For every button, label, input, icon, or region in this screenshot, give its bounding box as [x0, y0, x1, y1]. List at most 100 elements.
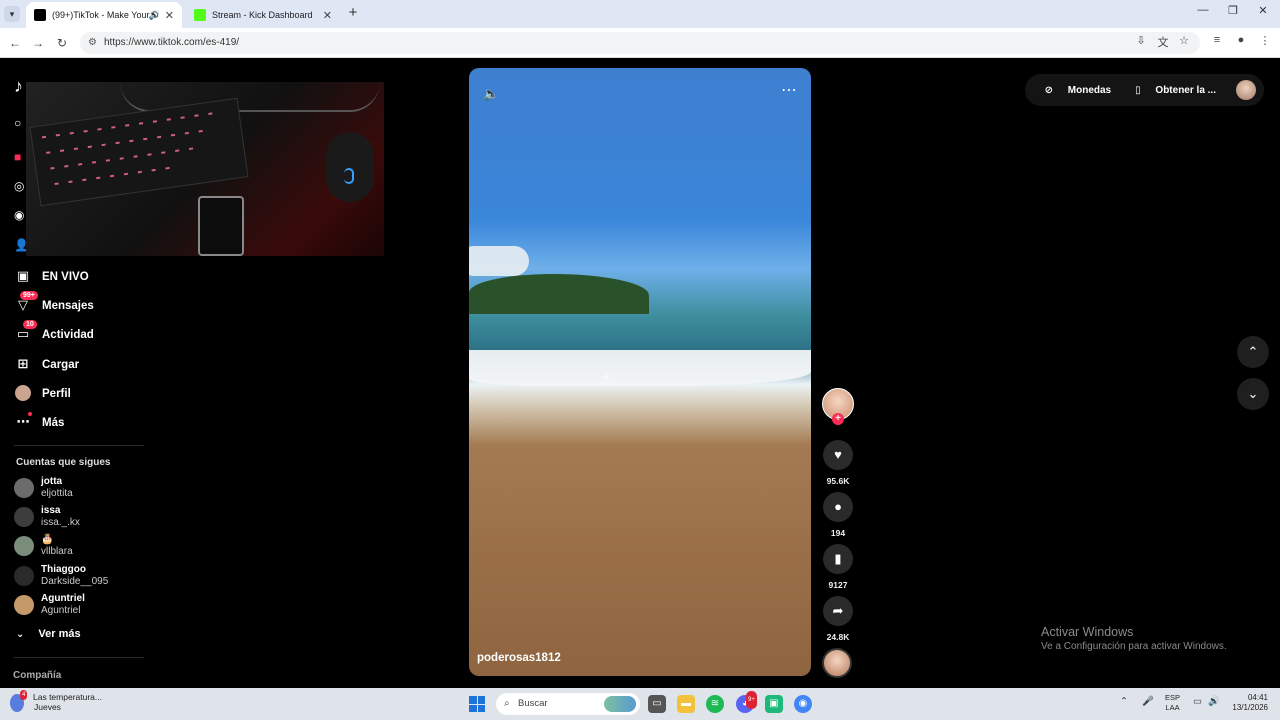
tiktok-page: ♪ ○ ■ ◎ ◉ 👤 ▣ EN VIVO ▽ 99+ Mensajes ▭ 1… — [0, 58, 1280, 688]
user-avatar[interactable] — [1236, 80, 1256, 100]
chrome-icon[interactable]: ◉ — [794, 695, 812, 713]
address-bar[interactable]: ⚙ https://www.tiktok.com/es-419/ — [80, 32, 1200, 54]
sidebar-item-activity[interactable]: ▭ 10 Actividad — [14, 320, 94, 344]
weather-subtitle: Jueves — [34, 702, 61, 712]
account-name: Aguntriel — [41, 593, 85, 604]
sidebar-item-label: Perfil — [42, 388, 71, 400]
chevron-down-icon: ⌄ — [1247, 386, 1259, 401]
tiktok-logo-icon[interactable]: ♪ — [14, 76, 23, 97]
translate-icon[interactable]: 文 — [1154, 34, 1172, 50]
heart-icon: ♥ — [823, 440, 853, 470]
new-tab-button[interactable]: + — [344, 4, 362, 22]
message-icon: ▽ 99+ — [14, 291, 38, 315]
more-options-icon[interactable]: ⋯ — [781, 80, 797, 100]
account-name: issa — [41, 505, 61, 516]
media-controls-icon[interactable]: ≡ — [1208, 34, 1226, 46]
system-clock[interactable]: 04:41 13/1/2026 — [1224, 693, 1268, 713]
video-player[interactable]: 🔈 ⋯ ☝ poderosas1812 — [469, 68, 811, 676]
forward-button[interactable]: → — [29, 34, 47, 52]
video-author[interactable]: poderosas1812 — [477, 652, 561, 664]
like-button[interactable]: ♥ 95.6K — [823, 440, 853, 486]
browser-toolbar: ← → ↻ ⚙ https://www.tiktok.com/es-419/ ⇩… — [0, 28, 1280, 58]
previous-video-button[interactable]: ⌃ — [1237, 336, 1269, 368]
spotify-icon[interactable]: ≋ — [706, 695, 724, 713]
sidebar-item-messages[interactable]: ▽ 99+ Mensajes — [14, 291, 94, 315]
explore-icon[interactable]: ◎ — [14, 179, 24, 193]
following-icon[interactable]: ◉ — [14, 208, 24, 222]
follow-plus-icon[interactable]: + — [832, 413, 844, 425]
sidebar-item-upload[interactable]: ⊞ Cargar — [14, 356, 80, 374]
kick-favicon-icon — [194, 9, 206, 21]
following-account[interactable]: Thiaggoo Darkside__095 — [14, 564, 108, 588]
sidebar-item-label: Actividad — [42, 329, 94, 341]
get-app-button[interactable]: ▯ Obtener la ... — [1129, 85, 1222, 96]
avatar — [14, 507, 34, 527]
coins-label: Monedas — [1067, 84, 1112, 96]
save-button[interactable]: ▮ 9127 — [823, 544, 853, 590]
avatar — [14, 595, 34, 615]
company-link[interactable]: Compañía — [13, 670, 61, 681]
search-placeholder: Buscar — [518, 698, 548, 709]
browser-tab-strip: ▾ (99+)TikTok - Make Your D 🔊 ✕ Stream -… — [0, 0, 1280, 28]
following-account[interactable]: 🎂 vllblara — [14, 534, 73, 558]
avatar — [14, 566, 34, 586]
discord-icon[interactable]: ◕ 9+ — [736, 691, 757, 713]
sound-disc-avatar[interactable] — [822, 648, 852, 678]
coins-button[interactable]: ⊘ Monedas — [1039, 85, 1118, 96]
tray-overflow-icon[interactable]: ⌃ — [1120, 696, 1128, 707]
divider — [14, 657, 144, 658]
start-button[interactable] — [469, 696, 485, 712]
task-view-icon[interactable]: ▭ — [648, 695, 666, 713]
reload-button[interactable]: ↻ — [53, 34, 71, 52]
menu-kebab-icon[interactable]: ⋮ — [1256, 34, 1274, 47]
taskbar-search[interactable]: ⌕ Buscar — [496, 693, 640, 715]
keyboard — [29, 97, 249, 207]
close-tab-icon[interactable]: ✕ — [323, 9, 332, 22]
search-icon[interactable]: ○ — [14, 116, 21, 130]
following-account[interactable]: Aguntriel Aguntriel — [14, 593, 85, 617]
close-window-button[interactable]: ✕ — [1248, 4, 1278, 17]
speaker-icon: 🔊 — [148, 9, 160, 20]
account-username: issa._.kx — [41, 517, 80, 528]
volume-icon[interactable]: 🔊 — [1208, 696, 1220, 707]
volume-icon[interactable]: 🔈 — [483, 86, 499, 102]
see-more-label: Ver más — [38, 628, 81, 640]
profile-avatar-icon[interactable]: ● — [1232, 34, 1250, 46]
back-button[interactable]: ← — [6, 34, 24, 52]
tiktok-favicon-icon — [34, 9, 46, 21]
language-top: ESP — [1165, 693, 1181, 702]
mouse — [326, 132, 374, 202]
live-icon: ▣ — [16, 268, 30, 283]
sidebar-item-label: Más — [42, 417, 65, 429]
language-indicator[interactable]: ESP LAA — [1165, 693, 1180, 713]
see-more-button[interactable]: ⌄ Ver más — [16, 628, 81, 640]
microphone-icon[interactable]: 🎤 — [1142, 696, 1154, 707]
tab-search-button[interactable]: ▾ — [4, 6, 20, 22]
close-tab-icon[interactable]: ✕ — [165, 9, 174, 22]
home-icon[interactable]: ■ — [14, 150, 21, 164]
comment-button[interactable]: ● 194 — [823, 492, 853, 538]
share-button[interactable]: ➦ 24.8K — [823, 596, 853, 642]
restore-button[interactable]: ❐ — [1218, 4, 1248, 17]
minimize-button[interactable]: — — [1188, 4, 1218, 16]
clock-date: 13/1/2026 — [1232, 703, 1268, 712]
tab-tiktok[interactable]: (99+)TikTok - Make Your D 🔊 ✕ — [26, 2, 182, 28]
sidebar-item-profile[interactable]: Perfil — [14, 385, 71, 403]
site-info-icon[interactable]: ⚙ — [88, 32, 97, 54]
avatar — [14, 478, 34, 498]
kick-app-icon[interactable]: ▣ — [765, 695, 783, 713]
file-explorer-icon[interactable]: ▬ — [677, 695, 695, 713]
account-username: vllblara — [41, 546, 73, 557]
sidebar-item-more[interactable]: ⋯ Más — [14, 412, 65, 432]
phone-icon: ▯ — [1135, 84, 1141, 96]
following-account[interactable]: issa issa._.kx — [14, 505, 80, 529]
bookmark-star-icon[interactable]: ☆ — [1175, 34, 1193, 47]
weather-widget[interactable]: 4 Las temperatura... Jueves — [10, 690, 102, 712]
sidebar-item-live[interactable]: ▣ EN VIVO — [14, 268, 89, 286]
install-app-icon[interactable]: ⇩ — [1132, 34, 1150, 47]
next-video-button[interactable]: ⌄ — [1237, 378, 1269, 410]
network-icon[interactable]: ▭ — [1193, 696, 1202, 707]
following-account[interactable]: jotta eljottita — [14, 476, 73, 500]
account-username: Aguntriel — [41, 605, 81, 616]
tab-kick[interactable]: Stream - Kick Dashboard ✕ — [186, 2, 340, 28]
